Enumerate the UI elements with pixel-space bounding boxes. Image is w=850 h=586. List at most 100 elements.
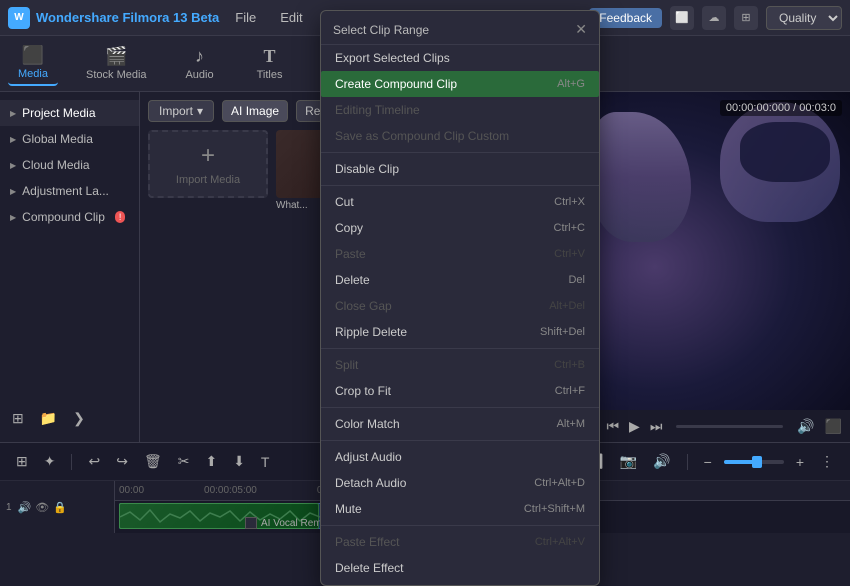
- preview-prev-icon[interactable]: ⏮: [606, 418, 619, 435]
- delete-icon[interactable]: 🗑: [140, 451, 166, 472]
- ctx-item-crop-to-fit[interactable]: Crop to FitCtrl+F: [321, 378, 599, 404]
- time-marker-1: 00:00:05:00: [204, 485, 257, 496]
- ctx-item-create-compound[interactable]: Create Compound ClipAlt+G: [321, 71, 599, 97]
- zoom-plus-icon[interactable]: +: [792, 452, 808, 472]
- sidebar-item-project-media[interactable]: ▶ Project Media: [0, 100, 139, 126]
- arrow-icon: ▶: [10, 161, 16, 170]
- folder-icon[interactable]: 📁: [36, 408, 61, 429]
- crop-down-icon[interactable]: ⬇: [229, 451, 249, 472]
- track-header: 1 🔊 👁 🔒: [0, 481, 115, 533]
- ai-vocal-checkbox[interactable]: [245, 517, 257, 529]
- quality-select[interactable]: Quality: [766, 6, 842, 30]
- ctx-item-shortcut: Ctrl+B: [554, 359, 585, 371]
- ctx-item-delete-effect[interactable]: Delete Effect: [321, 555, 599, 581]
- grid-icon[interactable]: ⊞: [734, 6, 758, 30]
- ctx-item-adjust-audio[interactable]: Adjust Audio: [321, 444, 599, 470]
- sidebar-compound-clip-label: Compound Clip: [22, 210, 105, 224]
- grid-view-icon[interactable]: ⊞: [8, 408, 28, 429]
- ctx-item-mute[interactable]: MuteCtrl+Shift+M: [321, 496, 599, 522]
- context-menu-header: Select Clip Range ✕: [321, 15, 599, 45]
- tab-audio-label: Audio: [185, 69, 213, 81]
- stock-icon: 🎬: [105, 46, 127, 67]
- context-menu: Select Clip Range ✕ Export Selected Clip…: [320, 10, 600, 586]
- preview-fullscreen-icon[interactable]: ⬛: [825, 418, 842, 435]
- add-track-icon[interactable]: ⊞: [12, 451, 32, 472]
- ctx-item-label: Create Compound Clip: [335, 77, 457, 91]
- tab-audio[interactable]: ♪ Audio: [175, 42, 225, 85]
- preview-progress-bar[interactable]: [676, 425, 783, 428]
- menu-file[interactable]: File: [231, 8, 260, 27]
- import-button[interactable]: Import ▾: [148, 100, 214, 122]
- text-icon[interactable]: T: [257, 452, 274, 472]
- ctx-item-shortcut: Ctrl+Shift+M: [524, 503, 585, 515]
- ctx-item-paste: PasteCtrl+V: [321, 241, 599, 267]
- time-marker-0: 00:00: [119, 485, 144, 496]
- sidebar-item-compound-clip[interactable]: ▶ Compound Clip !: [0, 204, 139, 230]
- zoom-slider[interactable]: [724, 460, 784, 464]
- ctx-item-close-gap: Close GapAlt+Del: [321, 293, 599, 319]
- ctx-item-shortcut: Shift+Del: [540, 326, 585, 338]
- undo-icon[interactable]: ↩: [84, 451, 104, 472]
- context-menu-separator: [321, 348, 599, 349]
- arrow-icon: ▶: [10, 187, 16, 196]
- crop-up-icon[interactable]: ⬆: [201, 451, 221, 472]
- track-volume-icon[interactable]: 🔊: [18, 501, 32, 514]
- ctx-item-editing-timeline: Editing Timeline: [321, 97, 599, 123]
- preview-play-icon[interactable]: ▶: [629, 418, 640, 435]
- monitor-icon[interactable]: ⬜: [670, 6, 694, 30]
- magnet-icon[interactable]: ✦: [40, 451, 60, 472]
- ctx-item-label: Adjust Audio: [335, 450, 402, 464]
- context-menu-title: Select Clip Range: [333, 23, 429, 37]
- ctx-item-label: Delete Effect: [335, 561, 403, 575]
- sidebar-item-global-media[interactable]: ▶ Global Media: [0, 126, 139, 152]
- audio-icon: ♪: [195, 46, 204, 67]
- cut-icon[interactable]: ✂: [174, 451, 194, 472]
- track-eye-icon[interactable]: 👁: [35, 501, 49, 514]
- ctx-item-ripple-delete[interactable]: Ripple Delete Shift+Del: [321, 319, 599, 345]
- import-thumb: + Import Media: [148, 130, 268, 198]
- speaker-icon[interactable]: 🔊: [649, 451, 674, 472]
- tab-titles[interactable]: T Titles: [245, 42, 295, 85]
- tab-media[interactable]: ⬛ Media: [8, 41, 58, 86]
- ctx-item-label: Ripple Delete: [335, 325, 407, 339]
- ctx-item-cut[interactable]: CutCtrl+X: [321, 189, 599, 215]
- feedback-button[interactable]: Feedback: [589, 8, 662, 28]
- ctx-item-label: Editing Timeline: [335, 103, 420, 117]
- ctx-item-detach-audio[interactable]: Detach AudioCtrl+Alt+D: [321, 470, 599, 496]
- cloud-upload-icon[interactable]: ☁: [702, 6, 726, 30]
- context-menu-close[interactable]: ✕: [575, 21, 587, 38]
- ctx-item-label: Close Gap: [335, 299, 392, 313]
- ctx-item-shortcut: Alt+M: [557, 418, 585, 430]
- redo-icon[interactable]: ↪: [112, 451, 132, 472]
- sidebar-adjustment-label: Adjustment La...: [22, 184, 109, 198]
- ai-image-button[interactable]: AI Image: [222, 100, 288, 122]
- ctx-item-export-selected[interactable]: Export Selected Clips: [321, 45, 599, 71]
- ctx-item-copy[interactable]: CopyCtrl+C: [321, 215, 599, 241]
- ctx-item-color-match[interactable]: Color MatchAlt+M: [321, 411, 599, 437]
- ctx-item-shortcut: Ctrl+V: [554, 248, 585, 260]
- camera-icon[interactable]: 📷: [616, 451, 641, 472]
- collapse-icon[interactable]: ❯: [69, 408, 89, 429]
- more-icon[interactable]: ⋮: [816, 451, 838, 472]
- tab-stock-label: Stock Media: [86, 69, 147, 81]
- ctx-item-label: Delete: [335, 273, 370, 287]
- import-media-item[interactable]: + Import Media: [148, 130, 268, 211]
- sidebar-cloud-media-label: Cloud Media: [22, 158, 89, 172]
- tab-stock-media[interactable]: 🎬 Stock Media: [78, 42, 155, 85]
- ctx-item-delete[interactable]: DeleteDel: [321, 267, 599, 293]
- media-icon: ⬛: [22, 45, 44, 66]
- track-lock-icon[interactable]: 🔒: [53, 501, 67, 514]
- menu-edit[interactable]: Edit: [276, 8, 306, 27]
- ctx-item-disable-clip[interactable]: Disable Clip: [321, 156, 599, 182]
- logo-icon: W: [8, 7, 30, 29]
- tab-titles-label: Titles: [257, 69, 283, 81]
- preview-next-icon[interactable]: ⏭: [650, 418, 663, 435]
- ctx-item-shortcut: Ctrl+F: [555, 385, 585, 397]
- plus-icon: +: [201, 142, 215, 170]
- zoom-minus-icon[interactable]: −: [700, 452, 716, 472]
- sidebar-item-adjustment[interactable]: ▶ Adjustment La...: [0, 178, 139, 204]
- sidebar: ▶ Project Media ▶ Global Media ▶ Cloud M…: [0, 92, 140, 442]
- ctx-item-paste-effect: Paste EffectCtrl+Alt+V: [321, 529, 599, 555]
- sidebar-item-cloud-media[interactable]: ▶ Cloud Media: [0, 152, 139, 178]
- preview-volume-icon[interactable]: 🔊: [797, 418, 814, 435]
